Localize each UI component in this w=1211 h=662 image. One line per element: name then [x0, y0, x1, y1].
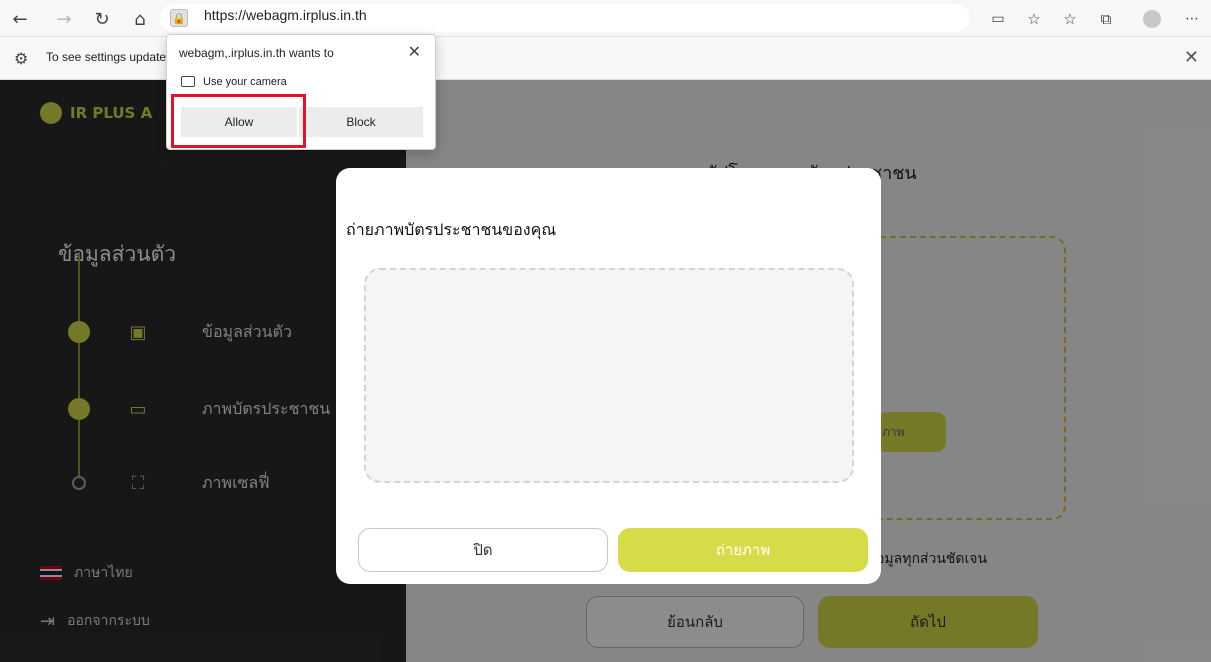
allow-highlight-box [171, 94, 306, 148]
camera-preview [364, 268, 854, 483]
favorite-add-icon[interactable]: ☆ [1022, 7, 1046, 31]
forward-icon[interactable]: → [52, 7, 76, 31]
favorites-icon[interactable]: ☆ [1058, 7, 1082, 31]
close-icon[interactable]: ✕ [1184, 47, 1199, 68]
infobar-text: To see settings updates, [46, 50, 176, 64]
profile-icon[interactable] [1140, 7, 1164, 31]
back-icon[interactable]: ← [8, 7, 32, 31]
modal-title: ถ่ายภาพบัตรประชาชนของคุณ [346, 220, 557, 239]
settings-gear-icon: ⚙ [14, 49, 29, 68]
capture-button[interactable]: ถ่ายภาพ [618, 528, 868, 572]
collections-icon[interactable]: ⧉ [1094, 7, 1118, 31]
camera-icon [181, 76, 195, 87]
more-icon[interactable]: ⋯ [1180, 7, 1204, 31]
camera-blocked-icon[interactable]: ▭ [986, 7, 1010, 31]
close-button[interactable]: ปิด [358, 528, 608, 572]
lock-icon[interactable]: 🔒 [170, 9, 188, 27]
refresh-icon[interactable]: ↻ [90, 7, 114, 31]
permission-title: webagm,.irplus.in.th wants to [179, 46, 334, 60]
address-bar[interactable]: 🔒 https://webagm.irplus.in.th [160, 4, 570, 32]
address-bar-rest[interactable] [570, 4, 970, 32]
url-text[interactable]: https://webagm.irplus.in.th [204, 7, 367, 23]
camera-modal: ถ่ายภาพบัตรประชาชนของคุณ ปิด ถ่ายภาพ [336, 168, 881, 584]
home-icon[interactable]: ⌂ [128, 7, 152, 31]
close-icon[interactable]: ✕ [408, 42, 421, 61]
browser-toolbar: ← → ↻ ⌂ 🔒 https://webagm.irplus.in.th ▭ … [0, 0, 1211, 37]
camera-permission-label: Use your camera [203, 76, 287, 88]
block-button[interactable]: Block [299, 107, 423, 137]
